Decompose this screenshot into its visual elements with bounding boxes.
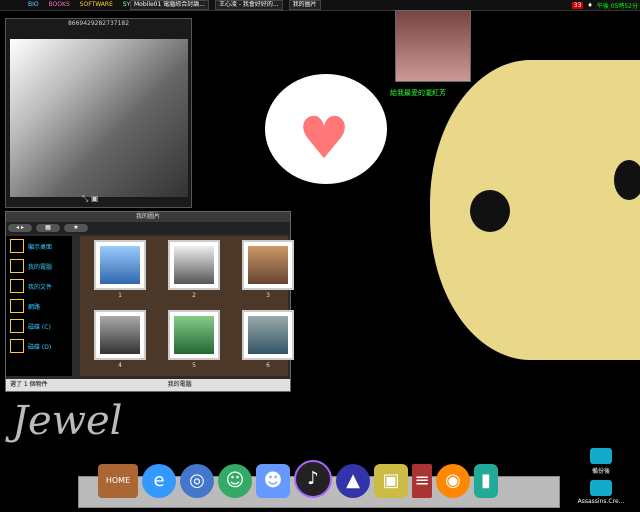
explorer-sidebar: 顯示桌面 我的電腦 我的文件 網路 磁碟 (C) 磁碟 (D) [6,236,72,376]
finder-icon[interactable]: ☻ [256,464,290,498]
clock: 午後 05時52分 [596,2,638,10]
desktop-icon-assassins[interactable]: Assassins.Cre... [574,480,628,505]
folder-icon [10,279,24,293]
thumbnail[interactable]: 4 [88,310,152,372]
pumpkin-icon[interactable]: ◉ [436,464,470,498]
menu-bio[interactable]: BIO [28,1,39,8]
sidebar-item-drive-d[interactable]: 磁碟 (D) [6,336,72,356]
menu-books[interactable]: BOOKS [49,1,70,8]
heart-icon: ♥ [298,104,350,172]
monitor-icon [10,259,24,273]
task-item[interactable]: 王心凌 - 我會好好的... [214,0,283,10]
ie-icon[interactable]: e [142,464,176,498]
thumbnail[interactable]: 6 [236,310,300,372]
thumbnail-grid: 1 2 3 4 5 6 [80,236,294,376]
photo-widget: 8669429282737182 [5,18,192,208]
thumbnail[interactable]: 5 [162,310,226,372]
status-left: 選了 1 個物件 [10,381,48,388]
tray-badge[interactable]: 33 [571,1,584,9]
desktop-icon-backup[interactable]: 備份後 [574,448,628,475]
folder-icon [590,448,612,464]
profile-caption: 給我最愛的瀧紅芳 [390,89,446,97]
thumbnail[interactable]: 2 [162,240,226,302]
explorer-toolbar: ◂ ▸ ▦ ★ [6,222,290,234]
dock-icons: HOME e ◎ ☺ ☻ ♪ ▲ ▣ ≡ ◉ ▮ [98,460,498,498]
media-icon[interactable]: ♪ [294,460,332,498]
menu-software[interactable]: SOFTWARE [80,1,113,8]
status-bar: 選了 1 個物件 我的電腦 [6,379,290,391]
task-item[interactable]: 我的圖片 [288,0,321,10]
house-icon [10,299,24,313]
drive-icon [10,319,24,333]
truck-icon[interactable]: ▣ [374,464,408,498]
explorer-title: 我的圖片 [6,212,290,222]
tray-icon[interactable]: ♦ [587,2,592,9]
folder-icon [590,480,612,496]
wallpaper-creature [430,60,640,360]
task-item[interactable]: Mobile01 電腦綜合討論... [130,0,209,10]
photo-widget-title: 8669429282737182 [67,20,130,27]
ladder-icon[interactable]: ≡ [412,464,432,498]
globe-icon[interactable]: ◎ [180,464,214,498]
back-button[interactable]: ◂ ▸ [8,224,32,232]
photo-widget-controls[interactable]: ⤡ ▣ [82,194,99,204]
taskbar-items: Mobile01 電腦綜合討論... 王心凌 - 我會好好的... 我的圖片 [130,0,321,10]
home-icon[interactable]: HOME [98,464,138,498]
sidebar-item-network[interactable]: 網路 [6,296,72,316]
sidebar-item-computer[interactable]: 我的電腦 [6,256,72,276]
sidebar-item-desktop[interactable]: 顯示桌面 [6,236,72,256]
sidebar-item-drive-c[interactable]: 磁碟 (C) [6,316,72,336]
profile-photo [395,10,471,82]
thumbnail[interactable]: 3 [236,240,300,302]
status-right: 我的電腦 [167,381,192,388]
wizard-icon[interactable]: ▲ [336,464,370,498]
thumbnail[interactable]: 1 [88,240,152,302]
windows-icon [10,239,24,253]
creature-eye [470,190,510,232]
sidebar-item-documents[interactable]: 我的文件 [6,276,72,296]
battery-icon[interactable]: ▮ [474,464,498,498]
messenger-icon[interactable]: ☺ [218,464,252,498]
folder-button[interactable]: ★ [64,224,88,232]
view-button[interactable]: ▦ [36,224,60,232]
explorer-window: 我的圖片 ◂ ▸ ▦ ★ 顯示桌面 我的電腦 我的文件 網路 磁碟 (C) 磁碟… [5,211,294,392]
photo-widget-image [10,39,188,197]
creature-eye [614,160,640,200]
system-tray: 33 ♦ 午後 05時52分 [571,0,638,10]
drive-icon [10,339,24,353]
